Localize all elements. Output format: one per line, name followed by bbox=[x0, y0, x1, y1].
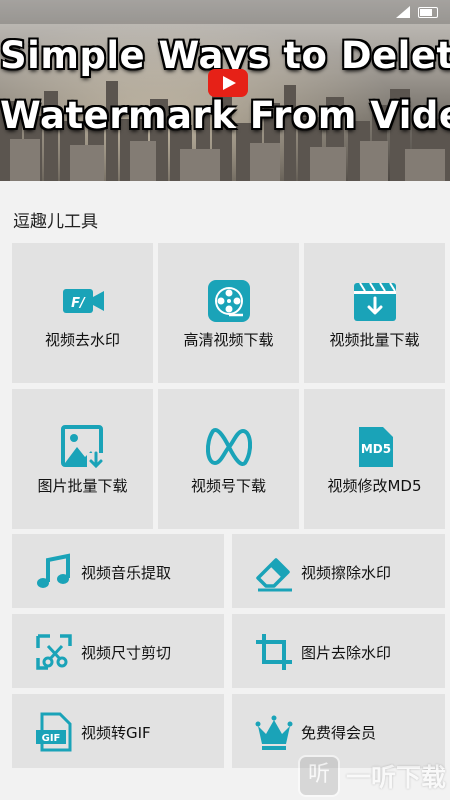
crop-icon bbox=[256, 634, 292, 670]
tool-label: 视频尺寸剪切 bbox=[81, 644, 172, 662]
svg-text:GIF: GIF bbox=[42, 733, 61, 744]
status-bar bbox=[0, 0, 450, 24]
tool-label: 视频音乐提取 bbox=[81, 564, 172, 582]
tool-video-to-gif[interactable]: GIF 视频转GIF bbox=[12, 694, 224, 768]
tool-label: 视频去水印 bbox=[44, 331, 120, 349]
channels-icon bbox=[205, 428, 252, 466]
image-download-icon bbox=[60, 425, 105, 469]
tool-batch-video-download[interactable]: 视频批量下载 bbox=[304, 243, 445, 383]
tool-label: 视频擦除水印 bbox=[301, 564, 392, 582]
clapper-download-icon bbox=[353, 282, 396, 321]
tool-label: 图片批量下载 bbox=[37, 477, 128, 495]
svg-text:F/: F/ bbox=[71, 296, 86, 311]
eraser-icon bbox=[256, 558, 292, 592]
tool-label: 视频号下载 bbox=[190, 477, 266, 495]
video-watermark-icon: F/ bbox=[62, 289, 104, 313]
tool-label: 视频修改MD5 bbox=[327, 477, 422, 495]
tool-channels-download[interactable]: 视频号下载 bbox=[158, 389, 299, 529]
tool-label: 视频转GIF bbox=[81, 724, 151, 742]
md5-file-icon: MD5 bbox=[358, 427, 393, 467]
tool-hd-video-download[interactable]: 高清视频下载 bbox=[158, 243, 299, 383]
gif-file-icon: GIF bbox=[36, 712, 72, 752]
banner-title-line2: Watermark From Video bbox=[0, 94, 450, 137]
play-button-icon[interactable] bbox=[208, 69, 248, 97]
crop-scissors-icon bbox=[36, 634, 72, 670]
tool-video-size-crop[interactable]: 视频尺寸剪切 bbox=[12, 614, 224, 688]
tool-image-remove-watermark[interactable]: 图片去除水印 bbox=[232, 614, 445, 688]
battery-icon bbox=[418, 7, 438, 18]
tool-label: 免费得会员 bbox=[301, 724, 377, 742]
tool-label: 视频批量下载 bbox=[329, 331, 420, 349]
tool-label: 高清视频下载 bbox=[183, 331, 274, 349]
tool-video-remove-watermark[interactable]: F/ 视频去水印 bbox=[12, 243, 153, 383]
crown-icon bbox=[255, 715, 293, 750]
section-title: 逗趣儿工具 bbox=[13, 212, 98, 232]
watermark-logo-icon: 听 bbox=[297, 755, 340, 797]
tool-video-md5[interactable]: MD5 视频修改MD5 bbox=[304, 389, 445, 529]
tool-batch-image-download[interactable]: 图片批量下载 bbox=[12, 389, 153, 529]
banner-image[interactable]: Simple Ways to Delete Watermark From Vid… bbox=[0, 0, 450, 181]
watermark-text: 一听下载 bbox=[345, 763, 446, 792]
site-watermark: 听 一听下载 bbox=[297, 755, 446, 797]
film-reel-icon bbox=[207, 280, 250, 322]
tool-video-erase-watermark[interactable]: 视频擦除水印 bbox=[232, 534, 445, 608]
music-note-icon bbox=[37, 553, 70, 588]
tool-label: 图片去除水印 bbox=[301, 644, 392, 662]
svg-text:MD5: MD5 bbox=[360, 442, 390, 456]
tool-video-music-extract[interactable]: 视频音乐提取 bbox=[12, 534, 224, 608]
signal-icon bbox=[396, 6, 410, 18]
